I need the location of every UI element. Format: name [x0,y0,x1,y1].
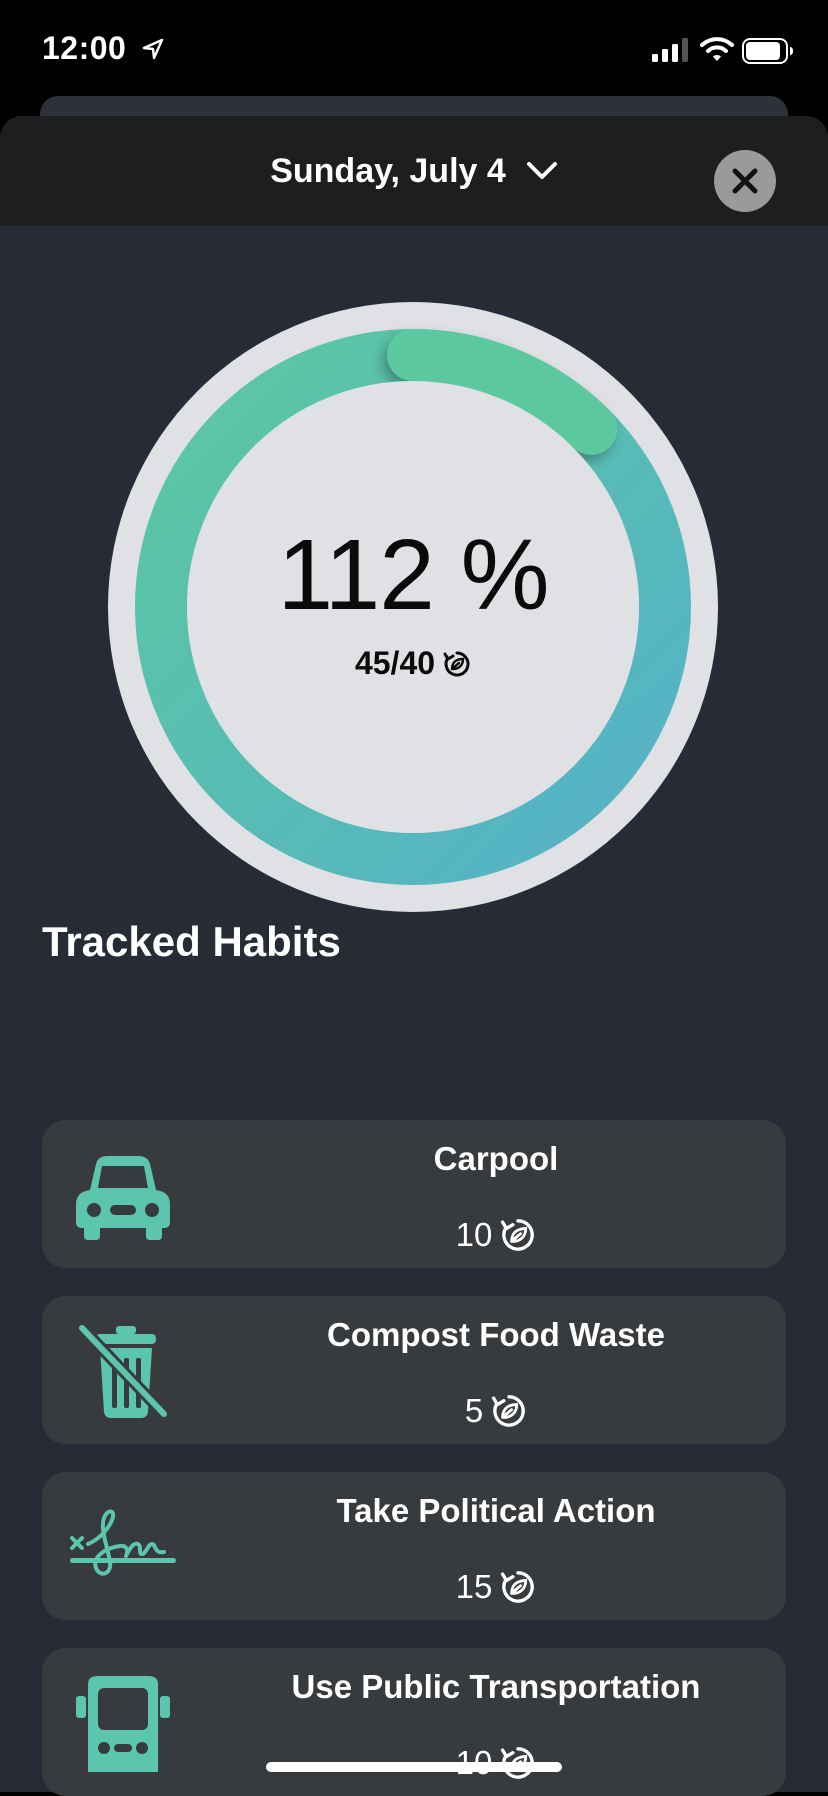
progress-ratio: 45/40 [355,645,471,682]
chevron-down-icon [526,162,557,179]
date-selector[interactable]: Sunday, July 4 [0,116,828,226]
habit-card-carpool[interactable]: Carpool 10 [42,1120,786,1268]
wifi-icon [700,37,734,61]
habit-name: Use Public Transportation [291,1668,701,1705]
eco-points-icon [501,1219,535,1251]
habit-points-value: 5 [464,1392,484,1429]
eco-points-icon [492,1395,526,1427]
location-arrow-icon [142,38,164,60]
status-bar: 12:00 [0,0,828,96]
close-button[interactable] [714,150,776,212]
habit-card-public-transportation[interactable]: Use Public Transportation 10 [42,1648,786,1796]
sheet-header: Sunday, July 4 [0,116,828,226]
progress-percent: 112 % [277,519,549,631]
progress-ring: 112 % 45/40 [108,302,718,912]
habit-points: 10 [222,1216,770,1254]
habit-name: Compost Food Waste [327,1316,665,1353]
eco-points-icon [501,1571,535,1603]
battery-icon [742,38,793,64]
habit-points-value: 10 [455,1216,493,1253]
car-icon [76,1156,170,1240]
close-icon [732,168,758,194]
progress-summary: 112 % 45/40 [108,302,718,912]
habit-points: 15 [222,1568,770,1606]
habit-points: 5 [222,1392,770,1430]
habit-name: Take Political Action [336,1492,656,1529]
habit-card-political-action[interactable]: Take Political Action 15 [42,1472,786,1620]
status-time: 12:00 [42,30,127,66]
signature-icon [70,1509,176,1576]
tracked-habits-title: Tracked Habits [42,918,341,965]
habit-card-compost[interactable]: Compost Food Waste 5 [42,1296,786,1444]
no-trash-icon [76,1324,170,1420]
eco-points-icon [443,651,470,676]
date-label: Sunday, July 4 [270,151,506,190]
progress-ratio-text: 45/40 [354,645,436,681]
bus-icon [76,1676,170,1772]
cellular-signal-icon [652,38,688,62]
habit-name: Carpool [433,1140,559,1177]
home-indicator[interactable] [266,1762,562,1772]
habit-points-value: 15 [455,1568,493,1605]
